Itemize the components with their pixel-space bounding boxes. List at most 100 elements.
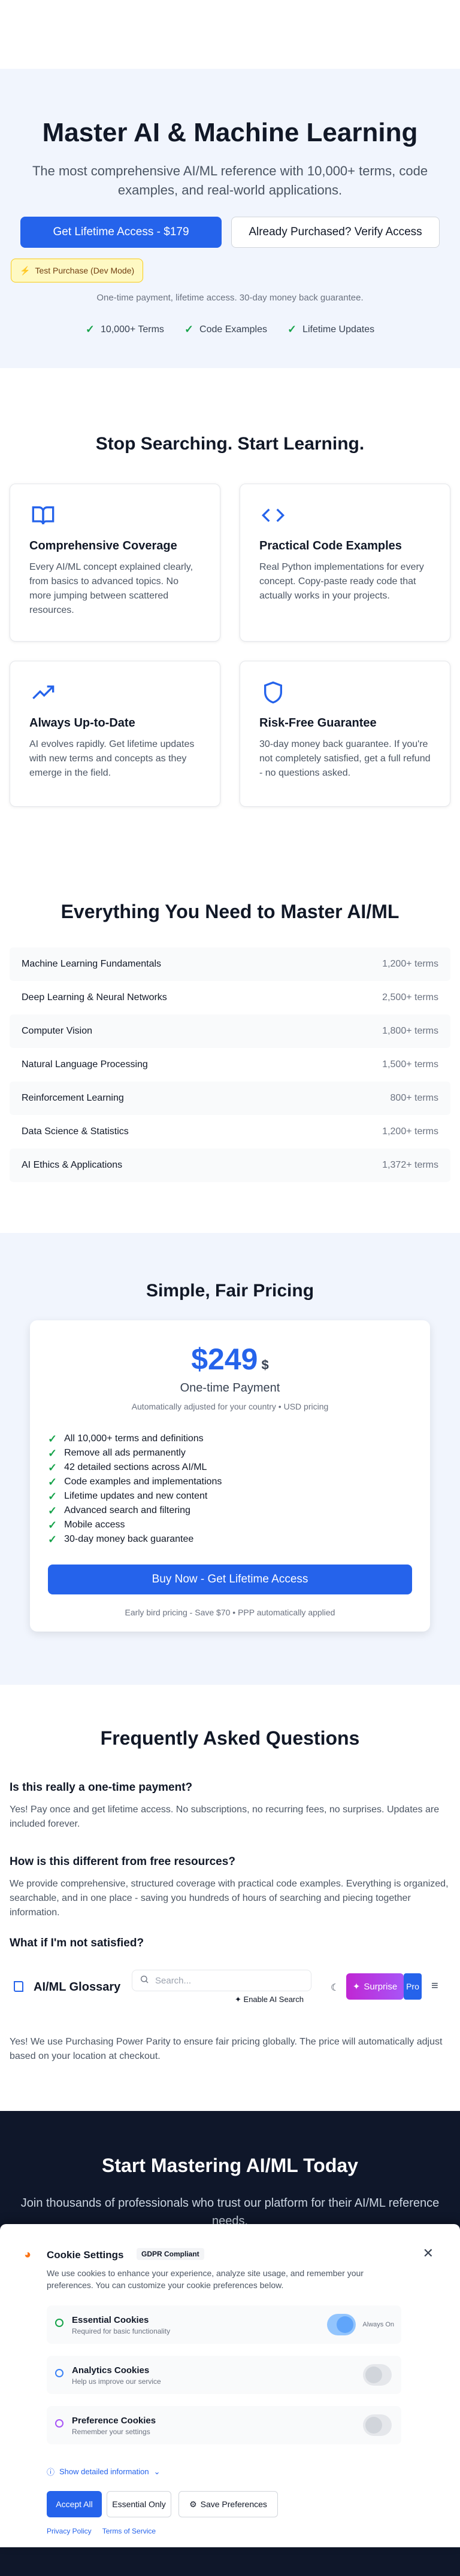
- buy-now-button[interactable]: Buy Now - Get Lifetime Access: [48, 1565, 412, 1594]
- feature-item: ✓ Mobile access: [48, 1518, 222, 1532]
- check-icon: ✓: [184, 323, 194, 335]
- save-preferences-button[interactable]: ⚙ Save Preferences: [178, 2491, 278, 2517]
- cta-title: Start Mastering AI/ML Today: [102, 2155, 358, 2176]
- feature-label: 30-day money back guarantee: [64, 1534, 194, 1544]
- cookie-name: Essential Cookies: [72, 2315, 149, 2325]
- topic-name: Machine Learning Fundamentals: [22, 959, 162, 969]
- topic-count: 1,200+ terms: [382, 1126, 438, 1137]
- test-purchase-label: Test Purchase (Dev Mode): [35, 266, 135, 275]
- topic-row: Computer Vision 1,800+ terms: [10, 1014, 450, 1048]
- topic-name: Natural Language Processing: [22, 1059, 148, 1070]
- pricing-title: Simple, Fair Pricing: [146, 1281, 314, 1301]
- cookie-row-preference: Preference Cookies Remember your setting…: [47, 2406, 401, 2444]
- check-icon: ✓: [48, 1518, 58, 1531]
- topic-name: Reinforcement Learning: [22, 1093, 124, 1103]
- topic-count: 1,800+ terms: [382, 1026, 438, 1036]
- topic-row: Reinforcement Learning 800+ terms: [10, 1082, 450, 1115]
- toggle-knob: [365, 2367, 382, 2383]
- cookie-title: Cookie Settings: [47, 2249, 124, 2261]
- check-icon: ✓: [48, 1475, 58, 1488]
- cookie-links: Privacy Policy Terms of Service: [47, 2527, 156, 2535]
- always-on-label: Always On: [362, 2321, 394, 2328]
- save-label: Save Preferences: [200, 2499, 267, 2509]
- benefit-card: Risk-Free Guarantee 30-day money back gu…: [240, 661, 450, 807]
- chevron-down-icon: ⌄: [153, 2466, 161, 2476]
- test-purchase-badge[interactable]: ⚡ Test Purchase (Dev Mode): [11, 259, 144, 282]
- feature-item: ✓ Advanced search and filtering: [48, 1503, 222, 1518]
- faq-item: Is this really a one-time payment? Yes! …: [10, 1781, 450, 1831]
- feature-label: 42 detailed sections across AI/ML: [64, 1462, 207, 1472]
- book-icon: [29, 503, 201, 531]
- topic-row: Natural Language Processing 1,500+ terms: [10, 1048, 450, 1082]
- feature-item: ✓ All 10,000+ terms and definitions: [48, 1432, 222, 1446]
- cookie-desc: Required for basic functionality: [72, 2327, 171, 2335]
- faq-answer: Yes! We use Purchasing Power Parity to e…: [10, 2037, 443, 2061]
- currency-symbol: $: [261, 1357, 269, 1372]
- verify-access-button[interactable]: Already Purchased? Verify Access: [231, 217, 440, 248]
- feature-item: ✓ 30-day money back guarantee: [48, 1532, 222, 1547]
- terms-link[interactable]: Terms of Service: [102, 2527, 156, 2535]
- topic-count: 1,200+ terms: [382, 959, 438, 969]
- privacy-policy-link[interactable]: Privacy Policy: [47, 2527, 92, 2535]
- topic-row: AI Ethics & Applications 1,372+ terms: [10, 1149, 450, 1182]
- check-item: ✓ 10,000+ Terms: [86, 323, 164, 336]
- trending-up-icon: [29, 681, 201, 708]
- topic-row: Machine Learning Fundamentals 1,200+ term…: [10, 947, 450, 981]
- book-icon: [12, 1979, 26, 1997]
- topic-count: 1,372+ terms: [382, 1160, 438, 1170]
- faq-answer: We provide comprehensive, structured cov…: [10, 1879, 449, 1918]
- topic-name: Deep Learning & Neural Networks: [22, 992, 167, 1003]
- gdpr-badge: GDPR Compliant: [137, 2248, 204, 2260]
- price-card: $249 $ One-time Payment Automatically adj…: [30, 1320, 430, 1632]
- surprise-label: Surprise: [364, 1981, 398, 1992]
- benefit-text: AI evolves rapidly. Get lifetime updates…: [29, 739, 195, 778]
- topic-count: 2,500+ terms: [382, 992, 438, 1003]
- wand-icon: ✦: [352, 1982, 361, 1992]
- check-icon: ✓: [48, 1490, 58, 1502]
- benefit-title: Risk-Free Guarantee: [259, 716, 377, 730]
- price-label: One-time Payment: [180, 1381, 280, 1395]
- pro-badge[interactable]: Pro: [404, 1973, 422, 2000]
- check-icon: ✓: [48, 1533, 58, 1545]
- cookie-icon: ◕: [24, 2248, 32, 2261]
- benefits-title: Stop Searching. Start Learning.: [95, 434, 365, 454]
- check-item: ✓ Code Examples: [184, 323, 267, 336]
- preference-toggle[interactable]: [363, 2414, 392, 2436]
- cookie-description: We use cookies to enhance your experienc…: [47, 2268, 364, 2290]
- price-subtext: Automatically adjusted for your country …: [131, 1402, 329, 1411]
- analytics-icon: [55, 2369, 63, 2377]
- faq-answer: Yes! Pay once and get lifetime access. N…: [10, 1805, 440, 1829]
- feature-label: Advanced search and filtering: [64, 1505, 190, 1515]
- topic-count: 1,500+ terms: [382, 1059, 438, 1070]
- check-label: Code Examples: [199, 324, 267, 335]
- enable-ai-search-button[interactable]: ✦ Enable AI Search: [235, 1995, 304, 2004]
- feature-item: ✓ Code examples and implementations: [48, 1475, 222, 1489]
- ai-search-label: Enable AI Search: [243, 1995, 304, 2004]
- analytics-toggle[interactable]: [363, 2364, 392, 2386]
- topic-row: Deep Learning & Neural Networks 2,500+ te…: [10, 981, 450, 1014]
- status-dot-icon: [55, 2319, 63, 2327]
- feature-label: Mobile access: [64, 1520, 125, 1530]
- hero-checks: ✓ 10,000+ Terms ✓ Code Examples ✓ Lifetime …: [0, 323, 460, 336]
- surprise-button[interactable]: ✦ Surprise: [346, 1973, 404, 2000]
- glossary-logo[interactable]: AI/ML Glossary: [34, 1980, 120, 1994]
- feature-item: ✓ Lifetime updates and new content: [48, 1489, 222, 1503]
- menu-icon[interactable]: ≡: [431, 1979, 438, 1993]
- cookie-name: Preference Cookies: [72, 2416, 156, 2426]
- faq-item: What if I'm not satisfied?: [10, 1937, 450, 1958]
- show-details-link[interactable]: ⓘ Show detailed information ⌄: [47, 2466, 161, 2477]
- feature-label: Code examples and implementations: [64, 1477, 222, 1487]
- sparkle-icon: ✦: [235, 1995, 241, 2004]
- check-icon: ✓: [85, 323, 95, 335]
- close-icon[interactable]: ✕: [423, 2246, 434, 2261]
- topic-name: Data Science & Statistics: [22, 1126, 129, 1137]
- faq-item: How is this different from free resource…: [10, 1855, 450, 1920]
- glossary-header: AI/ML Glossary Search... ✦ Enable AI Sea…: [0, 1965, 460, 2007]
- accept-all-button[interactable]: Accept All: [47, 2491, 102, 2517]
- search-input[interactable]: Search...: [132, 1970, 311, 1991]
- feature-list: ✓ All 10,000+ terms and definitions ✓ Remo…: [48, 1432, 222, 1547]
- essential-only-button[interactable]: Essential Only: [107, 2491, 171, 2517]
- faq-title: Frequently Asked Questions: [100, 1727, 360, 1749]
- theme-toggle-icon[interactable]: ☾: [331, 1982, 339, 1994]
- get-lifetime-access-button[interactable]: Get Lifetime Access - $179: [20, 217, 222, 248]
